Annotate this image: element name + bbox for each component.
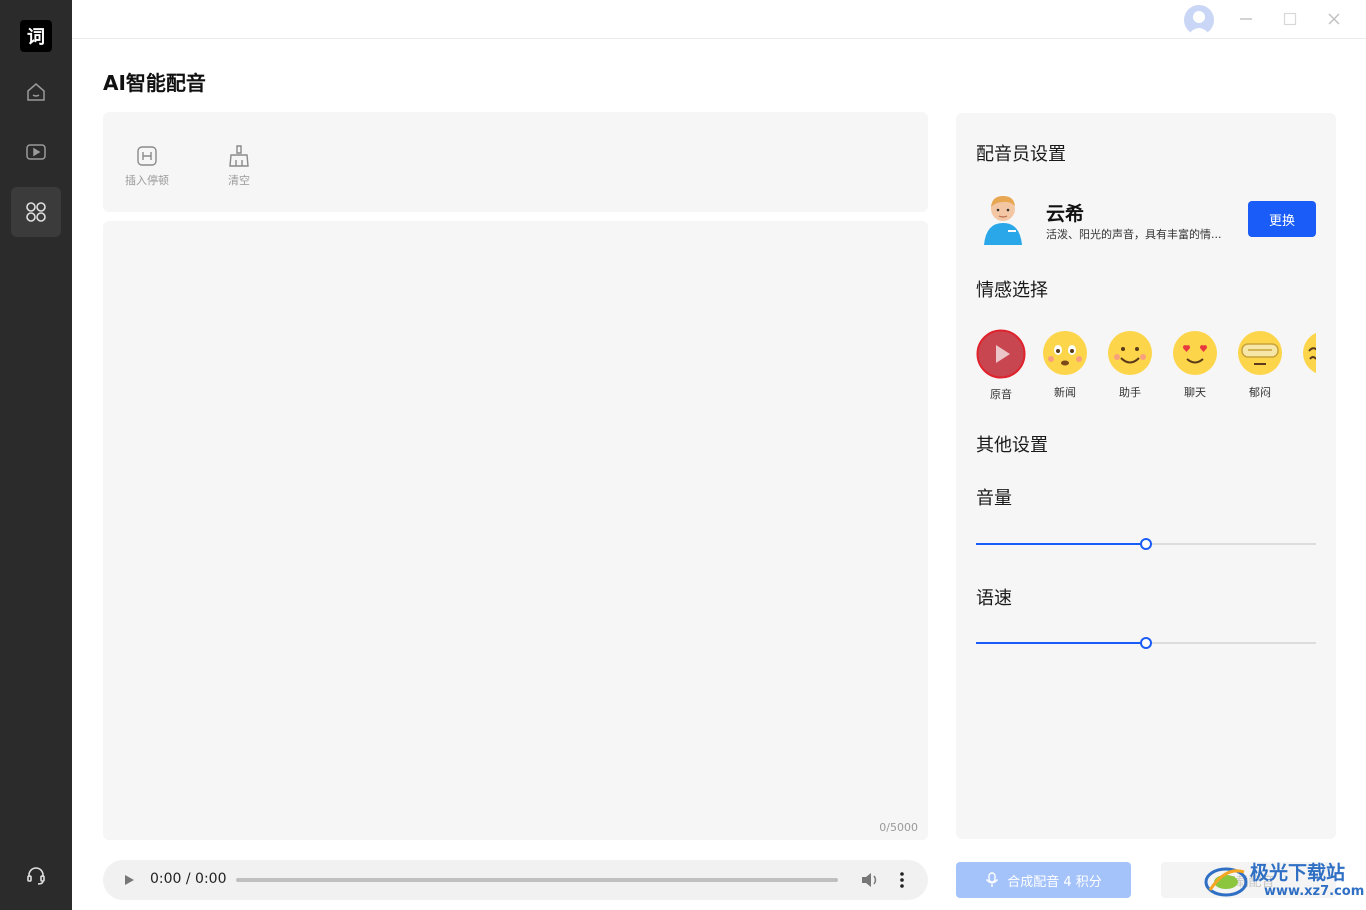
app-logo: 词 bbox=[20, 20, 52, 52]
insert-pause-label: 插入停顿 bbox=[125, 174, 169, 187]
synthesize-button[interactable]: 合成配音 4 积分 bbox=[956, 862, 1131, 898]
volume-icon[interactable] bbox=[860, 871, 880, 889]
voice-name: 云希 bbox=[1046, 203, 1085, 225]
user-icon bbox=[1188, 11, 1210, 35]
other-settings-heading: 其他设置 bbox=[976, 435, 1048, 456]
speed-slider-fill bbox=[976, 642, 1146, 644]
masked-face-icon bbox=[1238, 331, 1282, 375]
sidebar-item-apps[interactable] bbox=[11, 187, 61, 237]
emotion-list: 原音 新闻 助手 聊天 郁闷 伤 bbox=[976, 329, 1316, 409]
page-title: AI智能配音 bbox=[103, 71, 206, 95]
close-icon bbox=[1328, 13, 1340, 25]
volume-slider-fill bbox=[976, 543, 1146, 545]
text-editor: 0/5000 bbox=[103, 221, 928, 840]
settings-panel: 配音员设置 云希 活泼、阳光的声音，具有丰富的情... 更换 情感选择 原音 新… bbox=[956, 113, 1336, 839]
sad-face-icon bbox=[1303, 332, 1316, 374]
heart-eyes-face-icon bbox=[1173, 331, 1217, 375]
emotion-item-news[interactable]: 新闻 bbox=[1040, 329, 1090, 400]
playback-progress-bar[interactable] bbox=[236, 878, 838, 882]
sidebar-item-video[interactable] bbox=[11, 127, 61, 177]
more-options-icon[interactable] bbox=[894, 871, 910, 889]
emotion-label: 聊天 bbox=[1184, 386, 1206, 399]
emotion-item-sad[interactable]: 伤 bbox=[1300, 329, 1316, 400]
emotion-item-chat[interactable]: 聊天 bbox=[1170, 329, 1220, 400]
voice-actor-avatar bbox=[984, 196, 1022, 245]
emotion-item-gloomy[interactable]: 郁闷 bbox=[1235, 329, 1285, 400]
insert-pause-icon bbox=[137, 146, 157, 166]
playback-time: 0:00 / 0:00 bbox=[150, 871, 227, 887]
voice-settings-heading: 配音员设置 bbox=[976, 144, 1066, 165]
emotion-heading: 情感选择 bbox=[976, 280, 1048, 301]
maximize-button[interactable] bbox=[1280, 9, 1300, 29]
emotion-item-assistant[interactable]: 助手 bbox=[1105, 329, 1155, 400]
clear-button[interactable]: 清空 bbox=[227, 144, 251, 188]
close-button[interactable] bbox=[1324, 9, 1344, 29]
original-voice-icon bbox=[976, 329, 1026, 379]
microphone-icon bbox=[986, 872, 999, 887]
watermark-logo-icon bbox=[1204, 867, 1248, 897]
home-icon bbox=[27, 83, 45, 101]
emotion-item-original[interactable]: 原音 bbox=[976, 329, 1026, 402]
video-play-icon bbox=[26, 144, 46, 160]
sidebar-item-home[interactable] bbox=[11, 67, 61, 117]
maximize-icon bbox=[1283, 12, 1297, 26]
emotion-label: 新闻 bbox=[1054, 386, 1076, 399]
broom-icon bbox=[229, 145, 249, 167]
insert-pause-button[interactable]: 插入停顿 bbox=[125, 144, 169, 188]
emotion-label: 助手 bbox=[1119, 386, 1141, 399]
volume-slider-handle[interactable] bbox=[1140, 538, 1152, 550]
editor-toolbar: 插入停顿 清空 bbox=[103, 112, 928, 212]
site-watermark: 极光下载站 www.xz7.com bbox=[1204, 856, 1364, 906]
volume-slider[interactable] bbox=[976, 538, 1316, 550]
sidebar-item-support[interactable] bbox=[11, 850, 61, 900]
voice-description: 活泼、阳光的声音，具有丰富的情... bbox=[1046, 228, 1222, 241]
user-avatar[interactable] bbox=[1184, 5, 1214, 35]
watermark-title: 极光下载站 bbox=[1250, 862, 1346, 884]
play-icon[interactable] bbox=[121, 872, 137, 888]
clear-label: 清空 bbox=[228, 174, 250, 187]
news-face-icon bbox=[1043, 331, 1087, 375]
minimize-icon bbox=[1240, 18, 1252, 20]
synthesize-label: 合成配音 4 积分 bbox=[1007, 874, 1102, 890]
speed-slider-handle[interactable] bbox=[1140, 637, 1152, 649]
volume-label: 音量 bbox=[976, 488, 1012, 509]
headset-icon bbox=[27, 867, 45, 885]
sidebar: 词 bbox=[0, 0, 72, 910]
script-input[interactable] bbox=[103, 221, 928, 840]
emotion-label: 原音 bbox=[990, 388, 1012, 401]
assistant-face-icon bbox=[1108, 331, 1152, 375]
speed-label: 语速 bbox=[976, 588, 1012, 609]
apps-grid-icon bbox=[26, 202, 46, 222]
change-voice-button[interactable]: 更换 bbox=[1248, 201, 1316, 237]
title-bar bbox=[72, 0, 1366, 39]
emotion-label: 郁闷 bbox=[1249, 386, 1271, 399]
watermark-url: www.xz7.com bbox=[1264, 884, 1365, 899]
char-count: 0/5000 bbox=[879, 821, 918, 834]
audio-player: 0:00 / 0:00 bbox=[103, 860, 928, 900]
minimize-button[interactable] bbox=[1236, 9, 1256, 29]
speed-slider[interactable] bbox=[976, 637, 1316, 649]
